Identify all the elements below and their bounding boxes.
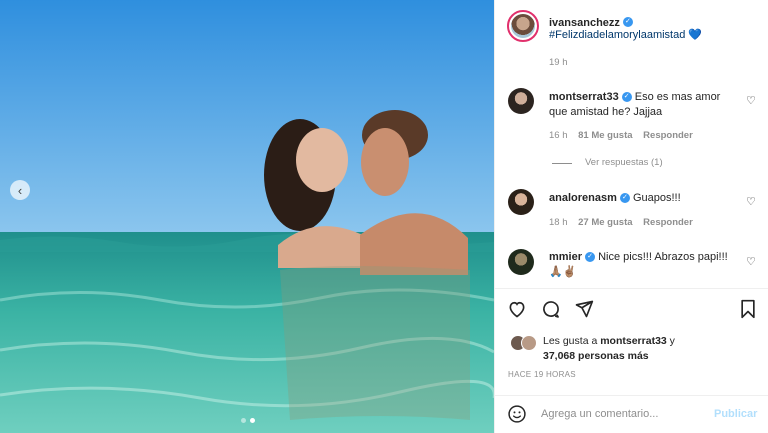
verified-badge-icon: ✓ (585, 252, 596, 263)
comment-emoji: 🙏🏽✌🏽 (549, 266, 577, 278)
likes-summary: Les gusta a montserrat33 y 37,068 person… (543, 334, 675, 364)
comment-body: analorenasm ✓ Guapos!!! (549, 191, 681, 206)
comment-time: 16 h (549, 130, 568, 141)
emoji-smiley-icon[interactable] (507, 404, 527, 424)
verified-badge-icon: ✓ (622, 16, 633, 27)
comment-body: mmier ✓ Nice pics!!! Abrazos papi!!! 🙏🏽✌🏽 (549, 250, 739, 280)
verified-badge-icon: ✓ (619, 193, 630, 204)
like-heart-icon[interactable] (507, 299, 527, 319)
comment-input[interactable]: Agrega un comentario... (541, 408, 658, 420)
photo-image (0, 0, 494, 433)
comment-username[interactable]: analorenasm (549, 192, 617, 204)
verified-badge-icon: ✓ (621, 92, 632, 103)
comment-avatar[interactable] (508, 88, 534, 114)
likes-count[interactable]: 37,068 personas más (543, 350, 649, 362)
reply-button[interactable]: Responder (643, 217, 693, 228)
blue-heart-emoji: 💙 (688, 29, 703, 41)
post-timestamp[interactable]: HACE 19 HORAS (508, 370, 576, 379)
comment-meta: 18 h 27 Me gusta Responder (549, 217, 693, 228)
comment-time: 18 h (549, 217, 568, 228)
comment-username[interactable]: montserrat33 (549, 91, 619, 103)
composer-divider (494, 395, 768, 396)
comment-text: Guapos!!! (632, 192, 681, 204)
comment-likes[interactable]: 81 Me gusta (578, 130, 632, 141)
comment-text-line2: que amistad he? Jajjaa (549, 106, 663, 118)
likes-suffix: y (666, 335, 675, 347)
caption-time: 19 h (549, 57, 568, 68)
likes-prefix: Les gusta a (543, 335, 601, 347)
comment-username[interactable]: mmier (549, 251, 582, 263)
comment-body: montserrat33 ✓ Eso es mas amor que amista… (549, 90, 739, 120)
heart-outline-icon[interactable]: ♡ (746, 94, 756, 107)
comment-avatar[interactable] (508, 249, 534, 275)
author-avatar[interactable] (507, 10, 539, 42)
comment-text: Nice pics!!! Abrazos papi!!! (598, 251, 728, 263)
post-photo[interactable]: ‹ (0, 0, 494, 433)
reply-button[interactable]: Responder (643, 130, 693, 141)
save-bookmark-icon[interactable] (739, 299, 757, 319)
share-paper-plane-icon[interactable] (574, 299, 594, 319)
comment-avatar[interactable] (508, 189, 534, 215)
view-replies-link[interactable]: Ver respuestas (1) (585, 157, 663, 168)
carousel-indicator (241, 418, 255, 423)
liker-avatar (521, 335, 537, 351)
carousel-dot-active (250, 418, 255, 423)
caption-text: #Felizdiadelamorylaamistad 💙 (549, 28, 702, 43)
publish-button[interactable]: Publicar (714, 408, 757, 420)
comment-likes[interactable]: 27 Me gusta (578, 217, 632, 228)
heart-outline-icon[interactable]: ♡ (746, 195, 756, 208)
comment-text: Eso es mas amor (634, 91, 721, 103)
actions-divider (494, 288, 768, 289)
heart-outline-icon[interactable]: ♡ (746, 255, 756, 268)
comment-meta: 16 h 81 Me gusta Responder (549, 130, 693, 141)
previous-image-button[interactable]: ‹ (10, 180, 30, 200)
caption-hashtag[interactable]: #Felizdiadelamorylaamistad (549, 29, 685, 41)
replies-divider (552, 163, 572, 164)
likes-first-user[interactable]: montserrat33 (600, 335, 667, 347)
comment-bubble-icon[interactable] (541, 299, 561, 319)
carousel-dot (241, 418, 246, 423)
chevron-left-icon: ‹ (17, 182, 23, 198)
